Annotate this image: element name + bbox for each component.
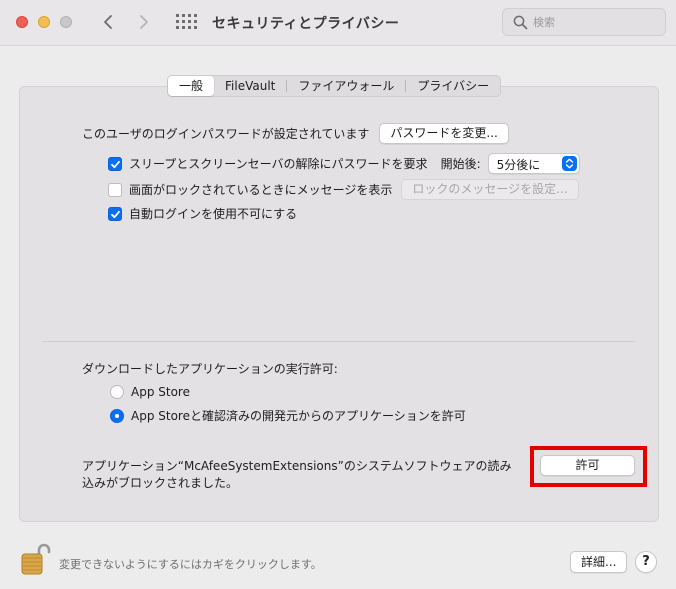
downloads-heading: ダウンロードしたアプリケーションの実行許可: [82, 360, 338, 377]
tab-firewall[interactable]: ファイアウォール [287, 76, 405, 96]
back-button[interactable] [95, 9, 121, 35]
system-preferences-window: セキュリティとプライバシー 一般 FileVault ファイアウォール プライバ… [0, 0, 676, 589]
delay-select-value: 5分後に [496, 158, 541, 172]
disable-autologin-checkbox[interactable] [108, 206, 122, 221]
change-password-button[interactable]: パスワードを変更... [379, 123, 509, 144]
highlight-box [530, 446, 647, 487]
search-input[interactable] [533, 13, 653, 31]
password-status-label: このユーザのログインパスワードが設定されています [82, 127, 370, 141]
close-window-button[interactable] [16, 16, 28, 28]
advanced-details-button[interactable]: 詳細... [570, 551, 628, 573]
require-password-delay-select[interactable]: 5分後に [487, 153, 580, 174]
help-button[interactable]: ? [635, 551, 657, 573]
title-bar: セキュリティとプライバシー [0, 0, 676, 46]
updown-chevron-icon [561, 156, 577, 171]
lock-hint-text: 変更できないようにするにはカギをクリックします。 [59, 558, 322, 571]
require-password-row: スリープとスクリーンセーバの解除にパスワードを要求 開始後: 5分後に [108, 153, 580, 174]
search-icon [513, 15, 528, 30]
checkmark-icon [111, 160, 120, 168]
zoom-window-button[interactable] [60, 16, 72, 28]
forward-button[interactable] [131, 9, 157, 35]
tab-bar: 一般 FileVault ファイアウォール プライバシー [167, 75, 502, 97]
start-after-label: 開始後: [440, 157, 481, 171]
blocked-message-line2: 込みがブロックされました。 [82, 476, 239, 490]
autologin-row: 自動ログインを使用不可にする [108, 205, 297, 222]
tab-general[interactable]: 一般 [168, 76, 215, 96]
tab-filevault[interactable]: FileVault [214, 76, 286, 96]
search-field[interactable] [502, 8, 666, 36]
checkmark-icon [111, 210, 120, 218]
blocked-extension-message: アプリケーション“McAfeeSystemExtensions”のシステムソフト… [82, 458, 527, 492]
identified-developers-label: App Storeと確認済みの開発元からのアプリケーションを許可 [131, 409, 466, 423]
lock-icon[interactable] [18, 541, 52, 575]
require-password-label: スリープとスクリーンセーバの解除にパスワードを要求 [129, 157, 428, 171]
identified-developers-radio[interactable] [110, 408, 124, 423]
chevron-right-icon [140, 15, 148, 29]
show-all-grid-icon[interactable] [175, 13, 197, 33]
lock-message-row: 画面がロックされているときにメッセージを表示 ロックのメッセージを設定... [108, 179, 579, 200]
identified-developers-option: App Storeと確認済みの開発元からのアプリケーションを許可 [110, 407, 466, 424]
downloads-heading-label: ダウンロードしたアプリケーションの実行許可: [82, 362, 338, 376]
disable-autologin-label: 自動ログインを使用不可にする [129, 207, 298, 221]
app-store-radio[interactable] [110, 385, 124, 399]
lock-message-checkbox[interactable] [108, 182, 122, 197]
window-title: セキュリティとプライバシー [212, 16, 400, 32]
set-lock-message-button[interactable]: ロックのメッセージを設定... [401, 179, 579, 200]
app-store-option: App Store [110, 385, 190, 399]
tab-privacy[interactable]: プライバシー [406, 76, 500, 96]
section-divider [42, 341, 635, 342]
chevron-left-icon [104, 15, 112, 29]
blocked-message-line1: アプリケーション“McAfeeSystemExtensions”のシステムソフト… [82, 459, 512, 473]
app-store-label: App Store [131, 385, 190, 399]
lock-message-label: 画面がロックされているときにメッセージを表示 [129, 183, 393, 197]
require-password-checkbox[interactable] [108, 156, 122, 171]
password-row: このユーザのログインパスワードが設定されています パスワードを変更... [82, 123, 509, 144]
minimize-window-button[interactable] [38, 16, 50, 28]
